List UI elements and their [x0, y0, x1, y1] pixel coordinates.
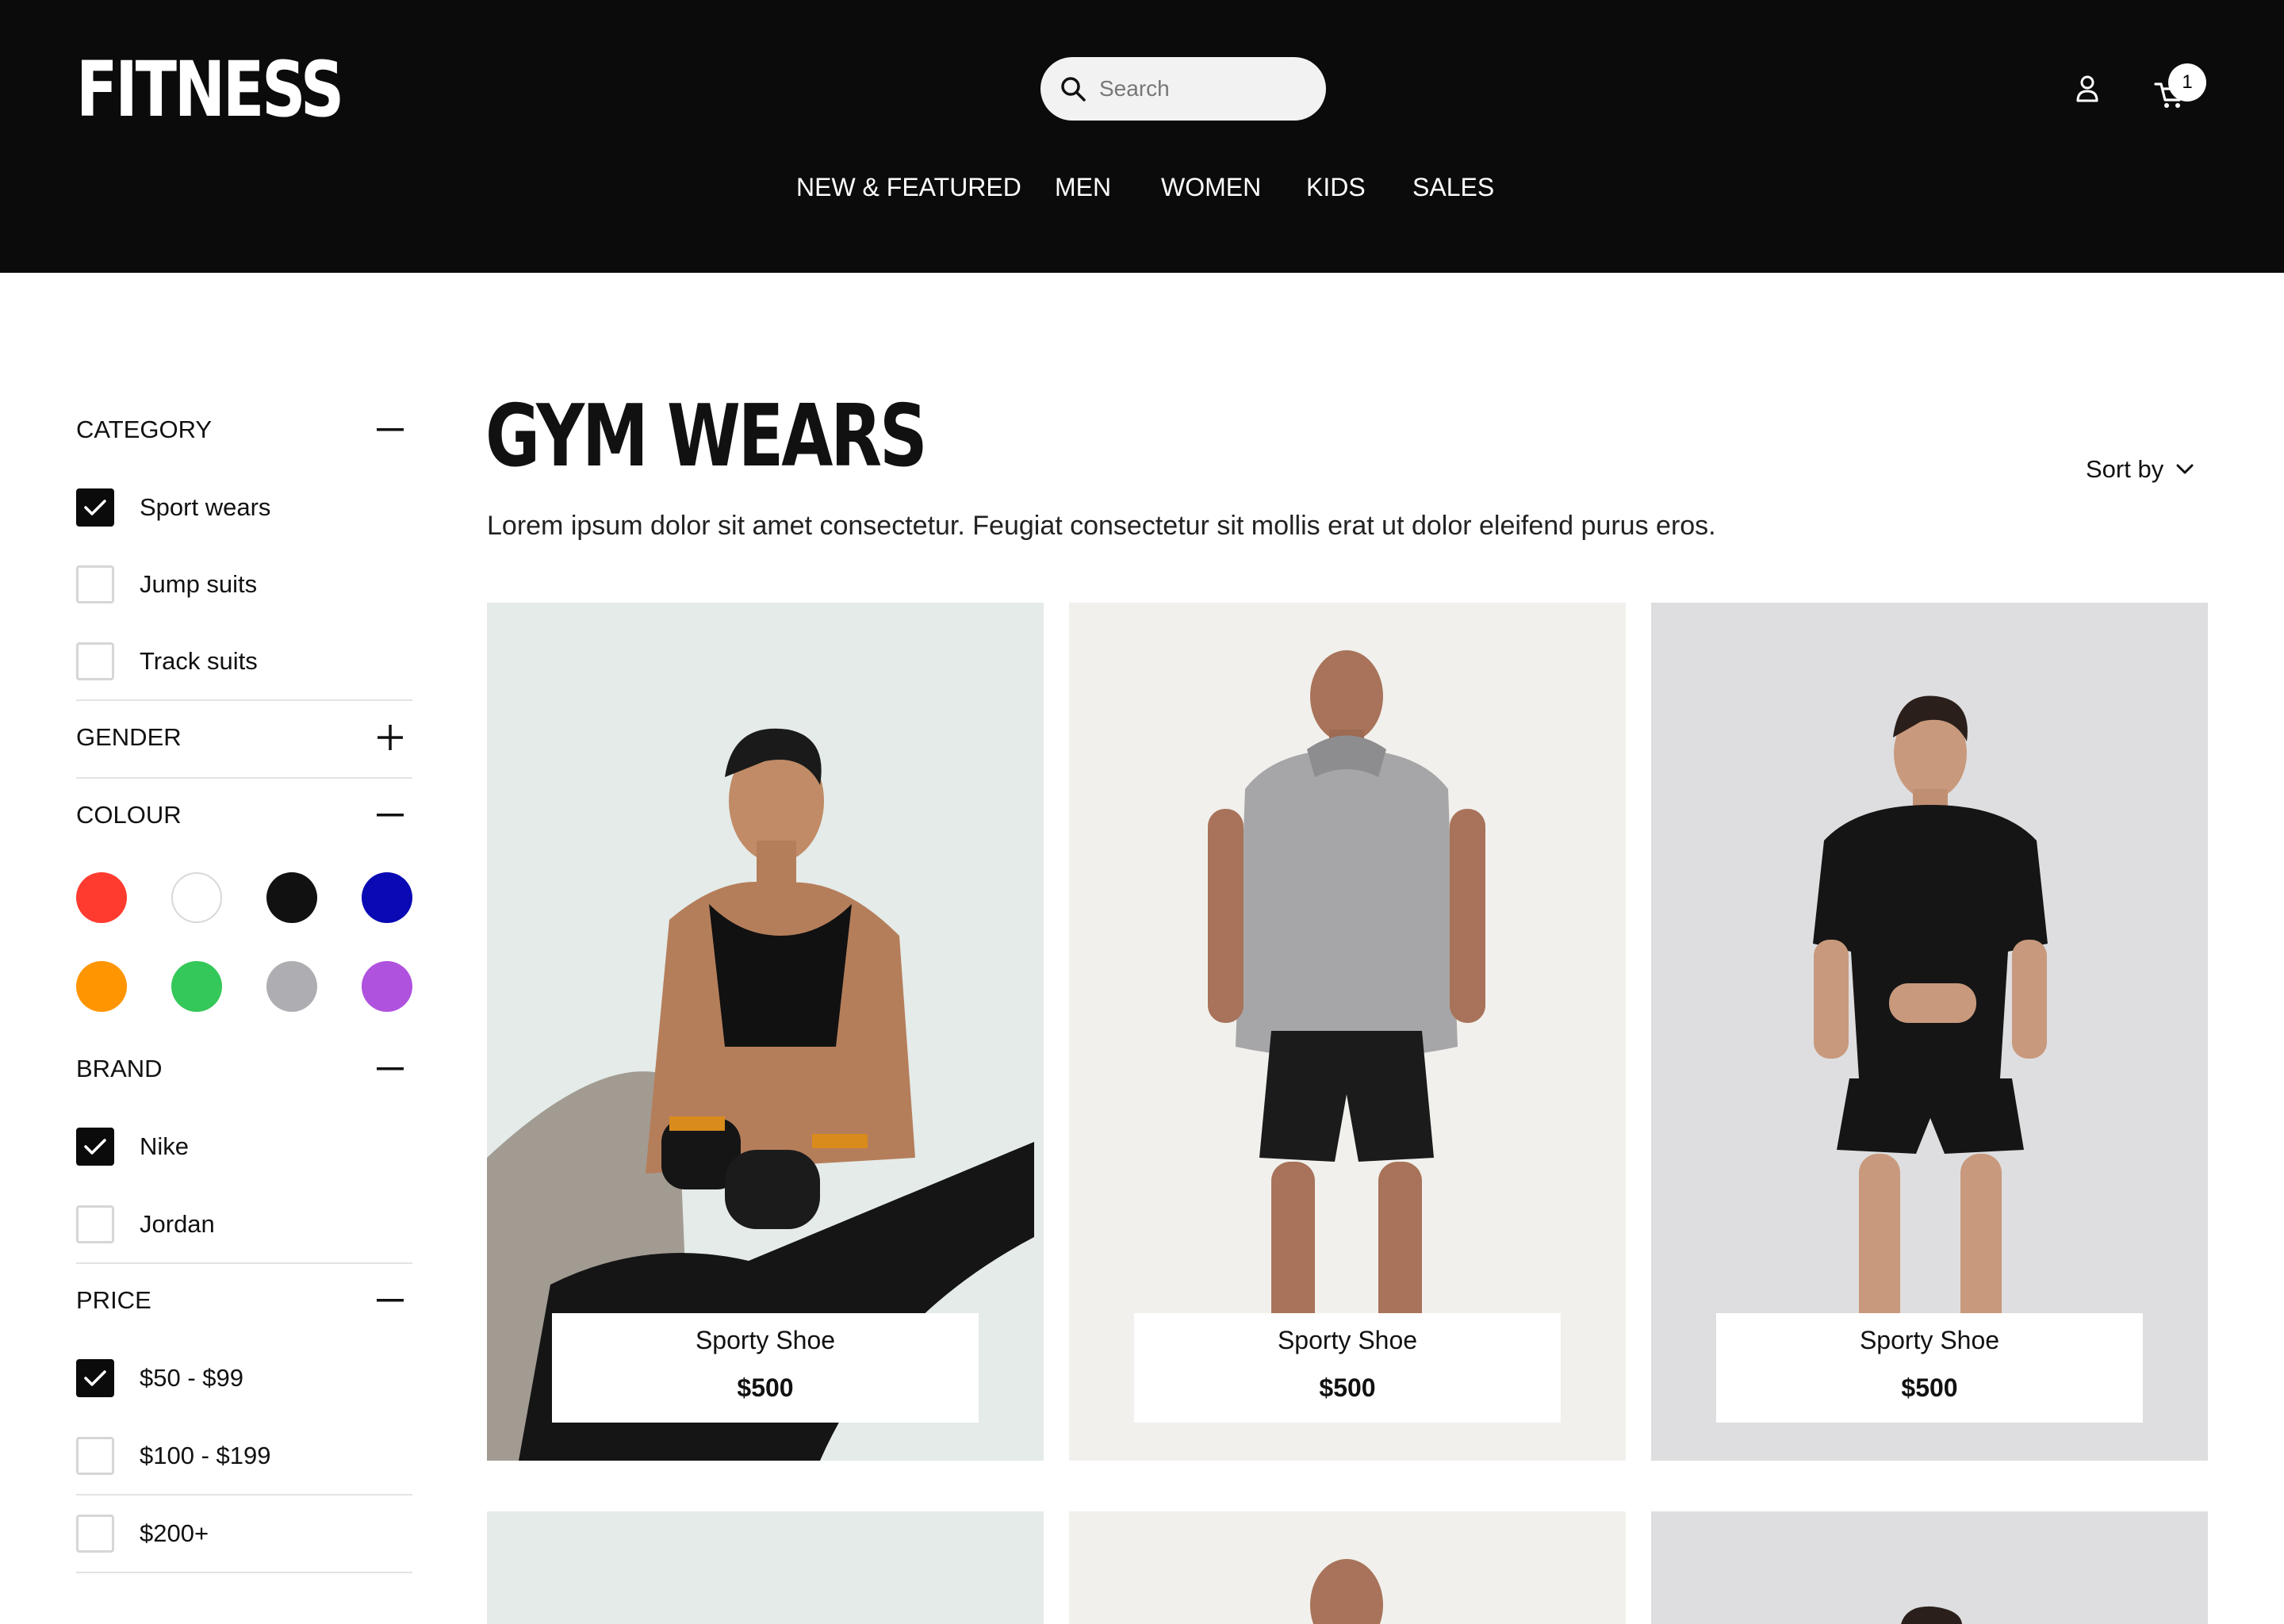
- brand-option-nike[interactable]: Nike: [76, 1128, 189, 1166]
- checkbox-checked[interactable]: [76, 1128, 114, 1166]
- checkbox-checked[interactable]: [76, 1359, 114, 1397]
- colour-swatch-red[interactable]: [76, 872, 127, 923]
- search-icon: [1061, 77, 1086, 102]
- main-nav: NEW & FEATURED MEN WOMEN KIDS SALES: [0, 170, 2284, 205]
- chevron-down-icon: [2176, 464, 2194, 474]
- product-name: Sporty Shoe: [1277, 1326, 1418, 1354]
- product-card[interactable]: [487, 1511, 1044, 1624]
- section-divider: [76, 1494, 412, 1496]
- cart-count-badge: 1: [2168, 63, 2206, 102]
- price-collapse-button[interactable]: [374, 1285, 406, 1316]
- page-description: Lorem ipsum dolor sit amet consectetur. …: [487, 511, 1716, 541]
- category-option-track-suits[interactable]: Track suits: [76, 642, 258, 680]
- brand-option-jordan[interactable]: Jordan: [76, 1205, 215, 1243]
- product-price: $500: [1319, 1373, 1376, 1402]
- search-input[interactable]: [1098, 75, 1304, 102]
- search-bar[interactable]: [1040, 57, 1326, 121]
- brand-logo[interactable]: FITNESS: [76, 46, 344, 133]
- colour-swatch-gray[interactable]: [266, 961, 317, 1012]
- account-button[interactable]: [2071, 73, 2103, 105]
- option-label: Sport wears: [140, 493, 271, 521]
- product-price: $500: [1901, 1373, 1958, 1402]
- sort-label: Sort by: [2086, 455, 2164, 483]
- brand-collapse-button[interactable]: [374, 1053, 406, 1085]
- option-label: $100 - $199: [140, 1442, 271, 1469]
- colour-collapse-button[interactable]: [374, 799, 406, 831]
- colour-swatch-orange[interactable]: [76, 961, 127, 1012]
- category-option-sport-wears[interactable]: Sport wears: [76, 488, 270, 527]
- product-card[interactable]: Sporty Shoe $500: [487, 603, 1044, 1461]
- minus-icon: [377, 1299, 404, 1302]
- nav-women[interactable]: WOMEN: [1161, 170, 1261, 205]
- checkbox-unchecked[interactable]: [76, 565, 114, 603]
- nav-kids[interactable]: KIDS: [1306, 170, 1366, 205]
- checkbox-unchecked[interactable]: [76, 1437, 114, 1475]
- product-card[interactable]: Sporty Shoe $500: [1651, 603, 2208, 1461]
- plus-icon: [377, 725, 403, 750]
- price-option-50-99[interactable]: $50 - $99: [76, 1359, 243, 1397]
- option-label: Jordan: [140, 1210, 215, 1238]
- price-option-200-plus[interactable]: $200+: [76, 1515, 209, 1553]
- product-price: $500: [737, 1373, 794, 1402]
- category-collapse-button[interactable]: [374, 414, 406, 446]
- product-info: Sporty Shoe $500: [1134, 1313, 1561, 1423]
- checkbox-checked[interactable]: [76, 488, 114, 527]
- colour-swatch-purple[interactable]: [362, 961, 412, 1012]
- gender-expand-button[interactable]: [374, 722, 406, 753]
- minus-icon: [377, 428, 404, 431]
- price-option-100-199[interactable]: $100 - $199: [76, 1437, 270, 1475]
- section-divider: [76, 777, 412, 779]
- product-image: [1069, 1511, 1626, 1624]
- product-name: Sporty Shoe: [1859, 1326, 2000, 1354]
- sort-dropdown[interactable]: Sort by: [2086, 455, 2194, 484]
- colour-swatch-blue[interactable]: [362, 872, 412, 923]
- product-image: [487, 1511, 1044, 1624]
- product-name: Sporty Shoe: [695, 1326, 836, 1354]
- minus-icon: [377, 814, 404, 817]
- price-heading: PRICE: [76, 1286, 151, 1314]
- colour-swatch-white[interactable]: [171, 872, 222, 923]
- product-image: [1651, 1511, 2208, 1624]
- gender-heading: GENDER: [76, 723, 182, 751]
- checkmark-icon: [84, 1370, 106, 1386]
- option-label: $200+: [140, 1519, 209, 1547]
- minus-icon: [377, 1067, 404, 1071]
- section-divider: [76, 1572, 412, 1573]
- checkbox-unchecked[interactable]: [76, 1515, 114, 1553]
- product-card[interactable]: [1069, 1511, 1626, 1624]
- option-label: Track suits: [140, 647, 258, 675]
- nav-sales[interactable]: SALES: [1412, 170, 1494, 205]
- nav-new-featured[interactable]: NEW & FEATURED: [796, 170, 1021, 205]
- product-card[interactable]: [1651, 1511, 2208, 1624]
- checkmark-icon: [84, 500, 106, 515]
- category-heading: CATEGORY: [76, 416, 213, 443]
- section-divider: [76, 699, 412, 701]
- option-label: $50 - $99: [140, 1364, 243, 1392]
- colour-swatch-black[interactable]: [266, 872, 317, 923]
- colour-swatch-green[interactable]: [171, 961, 222, 1012]
- category-option-jump-suits[interactable]: Jump suits: [76, 565, 257, 603]
- site-header: FITNESS 1 NEW & FEATURED MEN WOMEN KIDS …: [0, 0, 2284, 273]
- checkbox-unchecked[interactable]: [76, 642, 114, 680]
- product-info: Sporty Shoe $500: [552, 1313, 979, 1423]
- brand-heading: BRAND: [76, 1055, 163, 1082]
- checkbox-unchecked[interactable]: [76, 1205, 114, 1243]
- nav-men[interactable]: MEN: [1055, 170, 1111, 205]
- colour-heading: COLOUR: [76, 801, 182, 829]
- checkmark-icon: [84, 1139, 106, 1155]
- user-icon: [2076, 75, 2098, 102]
- option-label: Jump suits: [140, 570, 258, 598]
- section-divider: [76, 1262, 412, 1264]
- option-label: Nike: [140, 1132, 190, 1160]
- product-info: Sporty Shoe $500: [1716, 1313, 2143, 1423]
- product-card[interactable]: Sporty Shoe $500: [1069, 603, 1626, 1461]
- page-title: GYM WEARS: [485, 387, 928, 486]
